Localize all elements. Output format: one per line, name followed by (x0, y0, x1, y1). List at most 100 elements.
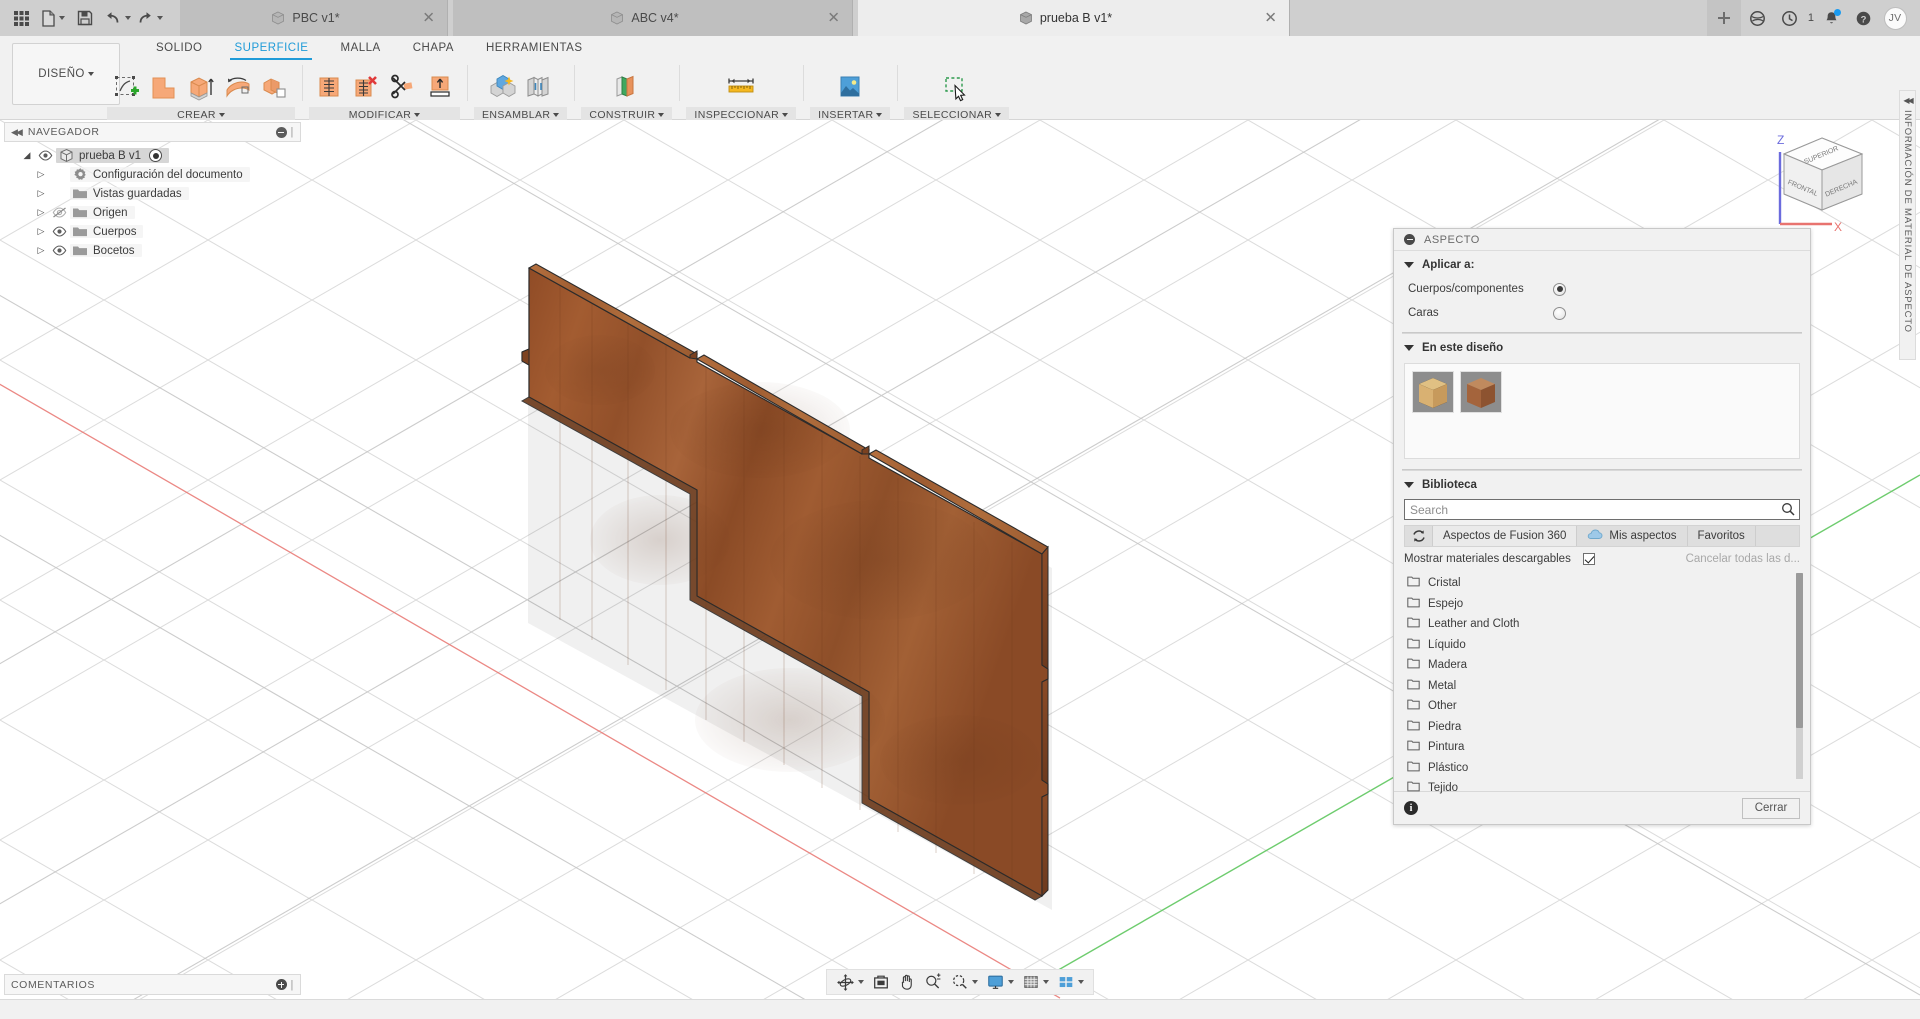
new-tab-button[interactable] (1706, 0, 1741, 36)
zoom-window-icon[interactable] (948, 970, 981, 994)
material-info-panel[interactable]: ◀◀ INFORMACIÓN DE MATERIAL DE ASPECTO (1899, 90, 1916, 360)
refresh-icon[interactable] (1405, 526, 1433, 546)
tab-superficie[interactable]: SUPERFICIE (218, 39, 324, 60)
zoom-icon[interactable] (921, 970, 946, 994)
data-panel-icon[interactable] (1743, 3, 1773, 33)
close-button[interactable]: Cerrar (1742, 797, 1800, 819)
apply-option-faces[interactable]: Caras (1394, 301, 1810, 325)
display-settings-icon[interactable] (869, 970, 893, 994)
folder-item-tejido[interactable]: Tejido (1394, 778, 1810, 799)
insert-image-icon[interactable] (834, 70, 866, 106)
in-this-design-header[interactable]: En este diseño (1394, 334, 1810, 360)
joint-icon[interactable] (523, 70, 555, 106)
folder-item-other[interactable]: Other (1394, 696, 1810, 717)
tab-favorites[interactable]: Favoritos (1688, 526, 1756, 546)
tree-row-doc-settings[interactable]: ▷ Configuración del documento (4, 165, 301, 184)
folder-item-piedra[interactable]: Piedra (1394, 717, 1810, 738)
undo-icon[interactable] (102, 3, 132, 33)
apply-option-bodies[interactable]: Cuerpos/componentes (1394, 277, 1810, 301)
view-cube[interactable]: Z X SUPERIOR FRONTAL DERECHA (1762, 128, 1880, 240)
apps-grid-icon[interactable] (6, 3, 36, 33)
comments-grip-icon[interactable]: | (291, 979, 294, 991)
thicken-icon[interactable] (313, 70, 345, 106)
save-icon[interactable] (70, 3, 100, 33)
close-tab-icon[interactable]: ✕ (827, 11, 840, 26)
tab-my-appearances[interactable]: Mis aspectos (1577, 526, 1688, 546)
selection-window-icon[interactable] (941, 70, 973, 106)
expander-icon[interactable]: ▷ (34, 188, 48, 199)
apply-option-faces-radio[interactable] (1553, 306, 1566, 320)
folder-item-espejo[interactable]: Espejo (1394, 594, 1810, 615)
info-icon[interactable]: i (1404, 801, 1418, 815)
tab-herramientas[interactable]: HERRAMIENTAS (470, 39, 599, 60)
trim-icon[interactable] (387, 70, 419, 106)
revolve-surface-icon[interactable] (222, 70, 254, 106)
collapse-left-icon[interactable]: ◀◀ (11, 127, 23, 138)
tree-row-origen[interactable]: ▷ Origen (4, 203, 301, 222)
sweep-surface-icon[interactable] (259, 70, 291, 106)
expander-icon[interactable]: ◢ (20, 150, 34, 161)
search-input[interactable] (1404, 499, 1800, 520)
apply-option-bodies-radio[interactable] (1553, 282, 1566, 296)
job-status-icon[interactable] (1775, 3, 1805, 33)
folder-item-plastico[interactable]: Plástico (1394, 758, 1810, 779)
viewports-icon[interactable] (1054, 970, 1087, 994)
tree-row-cuerpos[interactable]: ▷ Cuerpos (4, 222, 301, 241)
close-tab-icon[interactable]: ✕ (1264, 11, 1277, 26)
tree-row-saved-views[interactable]: ▷ Vistas guardadas (4, 184, 301, 203)
notifications-bell-icon[interactable] (1816, 3, 1846, 33)
tab-solido[interactable]: SOLIDO (140, 39, 218, 60)
navigator-collapse-icon[interactable] (275, 126, 287, 138)
document-tab-1[interactable]: ABC v4* ✕ (453, 0, 853, 36)
extend-icon[interactable] (424, 70, 456, 106)
search-icon[interactable] (1781, 502, 1795, 519)
tab-chapa[interactable]: CHAPA (397, 39, 470, 60)
add-comment-icon[interactable] (275, 979, 287, 990)
cancel-all-downloads-link[interactable]: Cancelar todas las d... (1686, 553, 1800, 565)
redo-icon[interactable] (134, 3, 164, 33)
folder-item-pintura[interactable]: Pintura (1394, 737, 1810, 758)
library-section-header[interactable]: Biblioteca (1394, 471, 1810, 497)
tree-row-root[interactable]: ◢ prueba B v1 (4, 146, 301, 165)
display-monitor-icon[interactable] (983, 970, 1017, 994)
library-folder-list[interactable]: Cristal Espejo Leather and Cloth Líquido… (1394, 573, 1810, 794)
wood-dark-swatch[interactable] (1460, 371, 1502, 413)
folder-item-metal[interactable]: Metal (1394, 676, 1810, 697)
measure-ruler-icon[interactable] (725, 70, 757, 106)
eye-visible-icon[interactable] (48, 226, 70, 237)
grid-snap-icon[interactable] (1019, 970, 1052, 994)
document-tab-2-active[interactable]: prueba B v1* ✕ (858, 0, 1290, 36)
expander-icon[interactable]: ▷ (34, 226, 48, 237)
minimize-icon[interactable] (1404, 234, 1415, 245)
eye-hidden-icon[interactable] (48, 207, 70, 218)
document-tab-0[interactable]: PBC v1* ✕ (180, 0, 448, 36)
folder-item-liquido[interactable]: Líquido (1394, 635, 1810, 656)
eye-visible-icon[interactable] (34, 150, 56, 161)
navigator-grip-icon[interactable]: | (291, 126, 294, 138)
show-downloadable-checkbox[interactable] (1582, 553, 1595, 565)
patch-surface-icon[interactable] (148, 70, 180, 106)
eye-visible-icon[interactable] (48, 245, 70, 256)
collapse-right-icon[interactable]: ◀◀ (1903, 96, 1913, 105)
close-tab-icon[interactable]: ✕ (422, 11, 435, 26)
tab-malla[interactable]: MALLA (324, 39, 396, 60)
new-component-icon[interactable] (486, 70, 518, 106)
expander-icon[interactable]: ▷ (34, 207, 48, 218)
expander-icon[interactable]: ▷ (34, 169, 48, 180)
tree-row-bocetos[interactable]: ▷ Bocetos (4, 241, 301, 260)
expander-icon[interactable]: ▷ (34, 245, 48, 256)
apply-to-section-header[interactable]: Aplicar a: (1394, 251, 1810, 277)
tab-fusion-appearances[interactable]: Aspectos de Fusion 360 (1433, 526, 1578, 546)
create-sketch-icon[interactable] (111, 70, 143, 106)
pan-hand-icon[interactable] (895, 970, 919, 994)
wood-light-swatch[interactable] (1412, 371, 1454, 413)
help-icon[interactable]: ? (1848, 3, 1878, 33)
dialog-title-bar[interactable]: ASPECTO (1394, 229, 1810, 251)
new-document-icon[interactable] (38, 3, 68, 33)
construction-plane-icon[interactable] (611, 70, 643, 106)
folder-item-cristal[interactable]: Cristal (1394, 573, 1810, 594)
activate-component-radio[interactable] (149, 149, 163, 162)
folder-list-scrollbar-thumb[interactable] (1796, 573, 1803, 728)
user-avatar[interactable]: JV (1880, 3, 1910, 33)
folder-item-madera[interactable]: Madera (1394, 655, 1810, 676)
